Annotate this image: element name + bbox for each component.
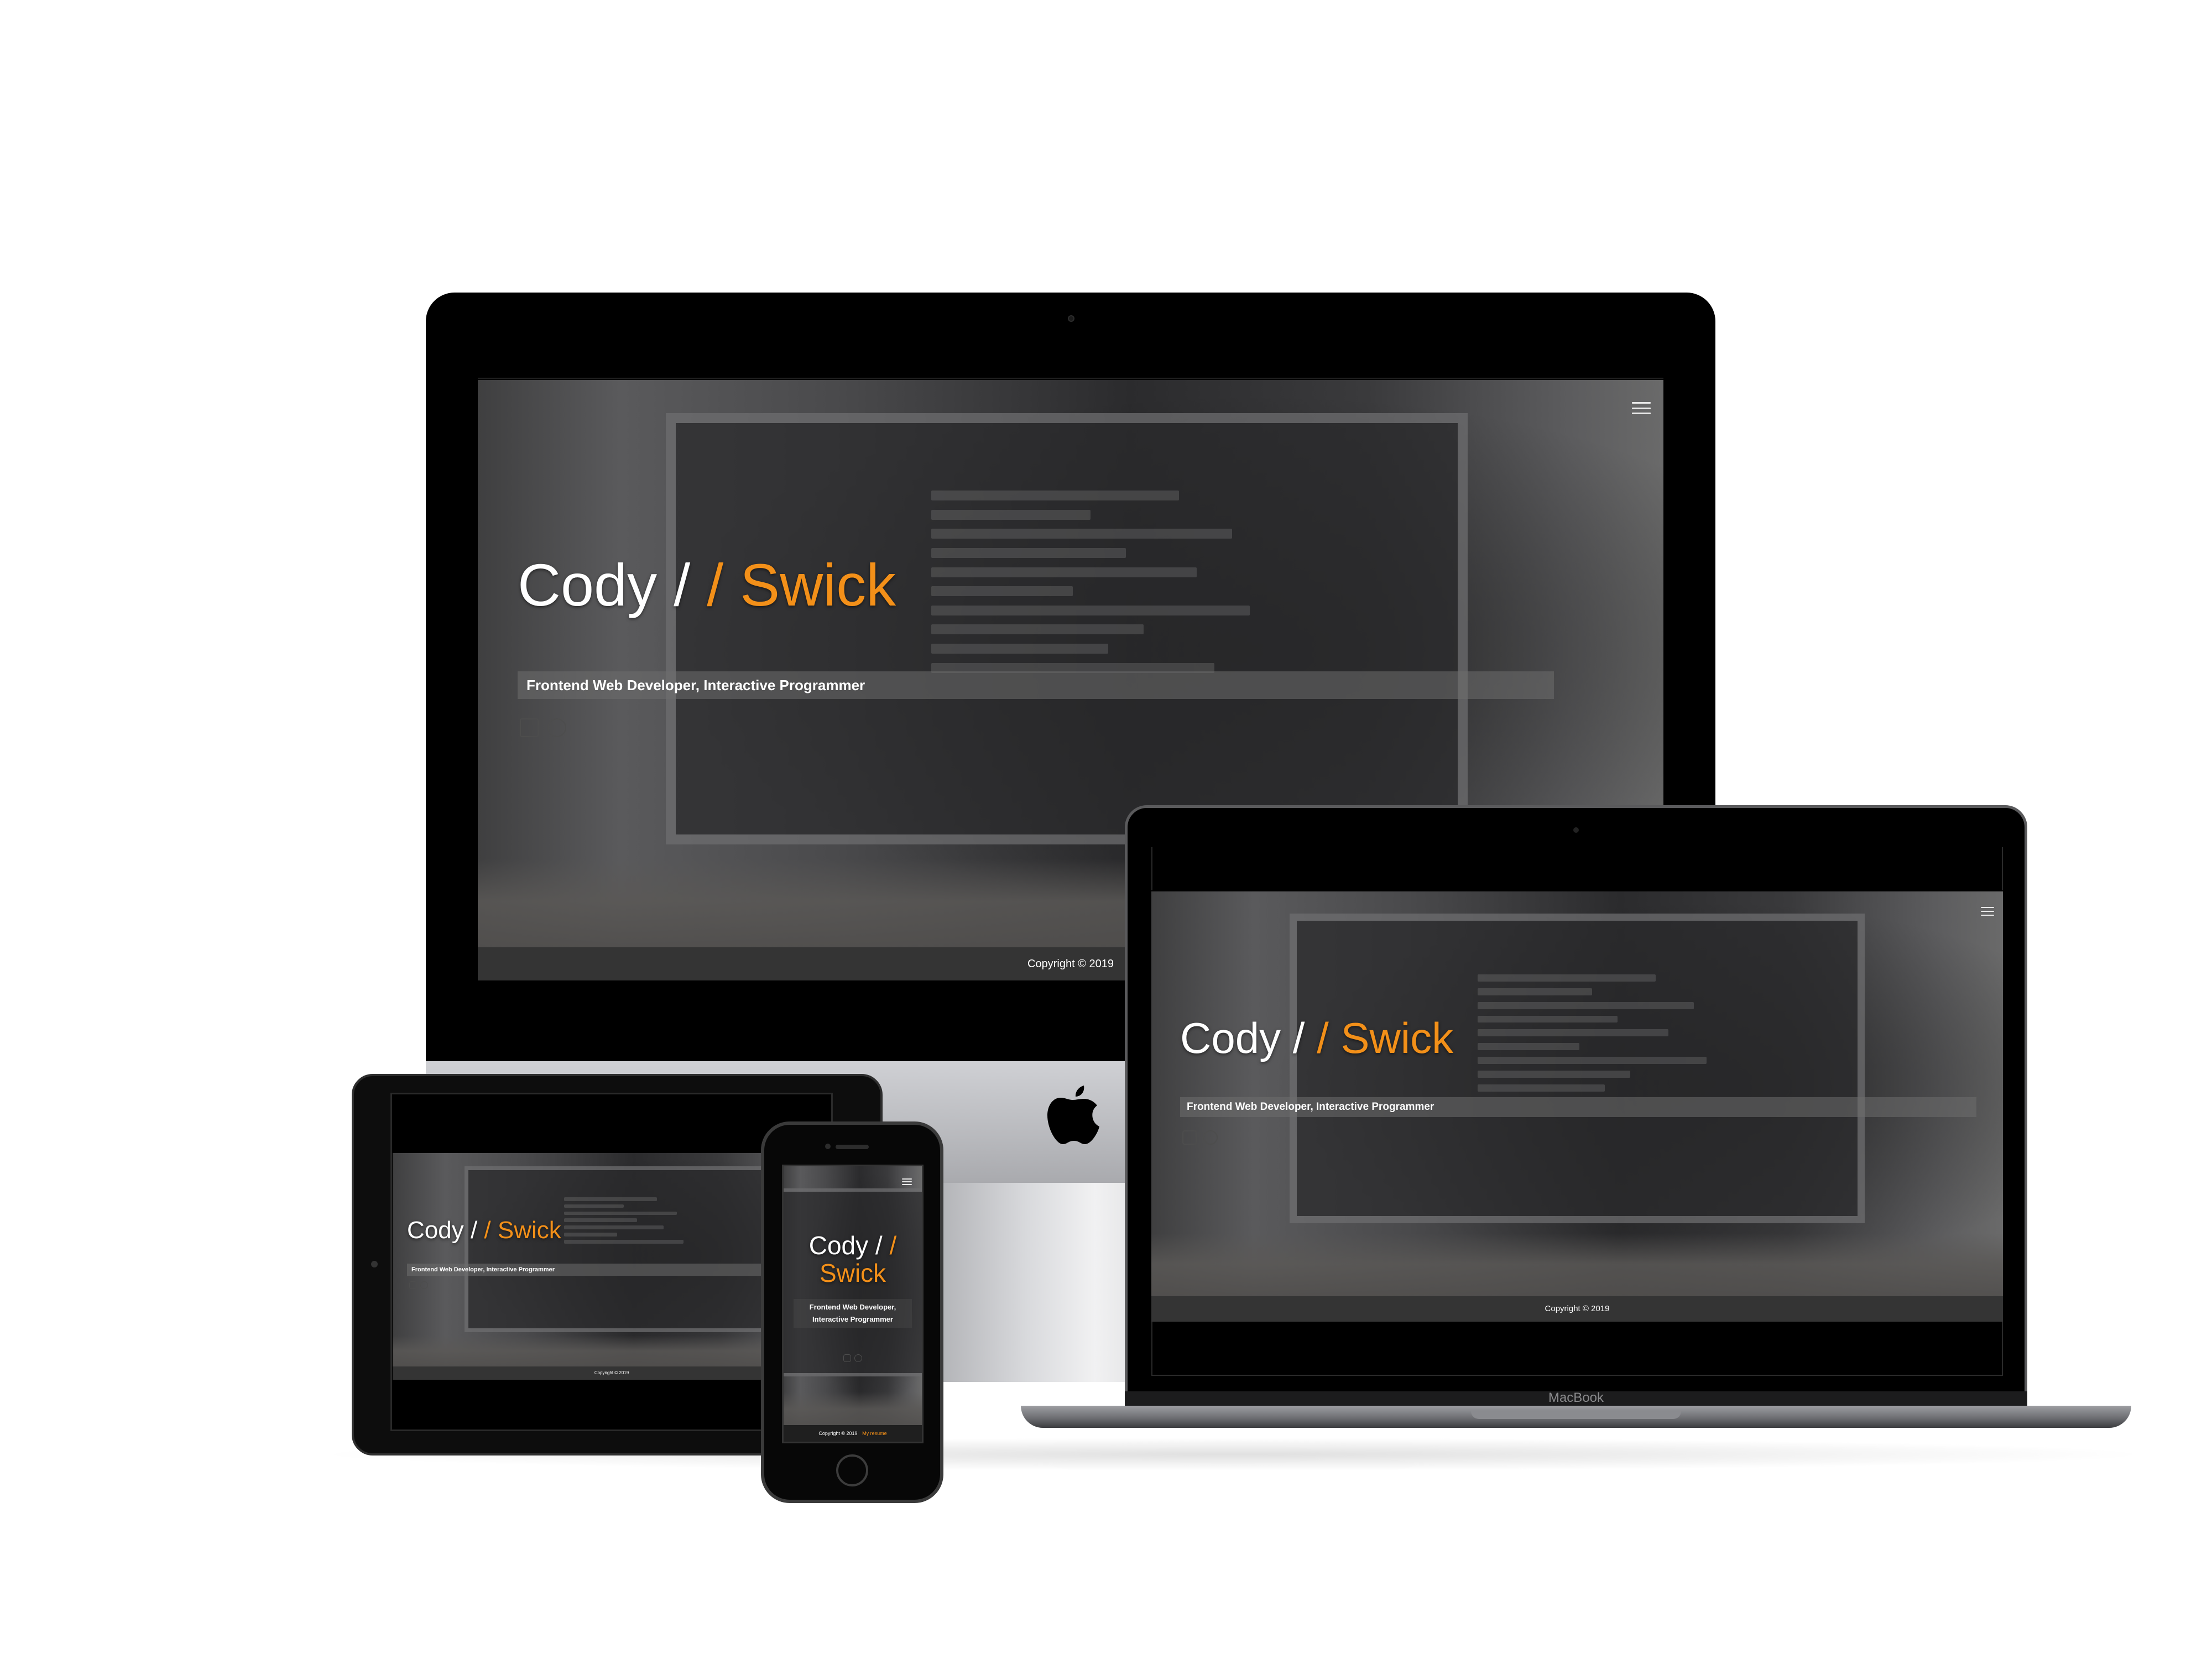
macbook-screen-bottom bbox=[1151, 1322, 2003, 1376]
footer-copyright: Copyright © 2019 bbox=[594, 1370, 629, 1375]
title-last-name: / Swick bbox=[484, 1217, 561, 1244]
linkedin-icon[interactable] bbox=[843, 1354, 851, 1362]
footer-copyright: Copyright © 2019 bbox=[1545, 1304, 1610, 1313]
site-footer: Copyright © 2019 My resume bbox=[784, 1425, 922, 1442]
footer-copyright: Copyright © 2019 bbox=[1027, 958, 1114, 970]
site-title: Cody / / Swick bbox=[784, 1232, 922, 1287]
linkedin-icon[interactable] bbox=[409, 1281, 417, 1289]
footer-resume-link[interactable]: My resume bbox=[862, 1431, 887, 1436]
macbook-site: Cody / / Swick Frontend Web Developer, I… bbox=[1151, 891, 2003, 1322]
site-tagline: Frontend Web Developer, Interactive Prog… bbox=[1180, 1097, 1976, 1117]
hamburger-icon[interactable] bbox=[902, 1178, 912, 1185]
background-code bbox=[1478, 974, 1732, 1212]
macbook-camera bbox=[1573, 827, 1579, 833]
imac-camera bbox=[1068, 315, 1074, 322]
github-icon[interactable] bbox=[420, 1281, 428, 1289]
github-icon[interactable] bbox=[547, 718, 566, 737]
title-last-name: / Swick bbox=[1317, 1014, 1454, 1062]
apple-logo-icon bbox=[1047, 1086, 1099, 1144]
background-code bbox=[564, 1197, 697, 1319]
iphone-home-button bbox=[836, 1454, 868, 1486]
title-last-name: / Swick bbox=[707, 551, 896, 618]
iphone-camera bbox=[825, 1144, 831, 1149]
macbook-notch bbox=[1471, 1411, 1681, 1419]
site-tagline: Frontend Web Developer, Interactive Prog… bbox=[407, 1264, 816, 1276]
ipad-home-button bbox=[371, 1261, 378, 1267]
macbook-browser-bar bbox=[1151, 847, 2003, 890]
imac-browser-bar bbox=[478, 346, 1663, 379]
site-tagline: Frontend Web Developer, Interactive Prog… bbox=[518, 671, 1554, 699]
social-links bbox=[409, 1281, 428, 1289]
macbook-label: MacBook bbox=[1548, 1390, 1604, 1405]
site-tagline: Frontend Web Developer, Interactive Prog… bbox=[794, 1299, 912, 1328]
iphone-speaker bbox=[836, 1145, 869, 1149]
background-code bbox=[931, 491, 1285, 822]
title-first-name: Cody / bbox=[407, 1217, 484, 1244]
github-icon[interactable] bbox=[1203, 1130, 1218, 1145]
site-title: Cody / / Swick bbox=[407, 1217, 561, 1244]
title-first-name: Cody / bbox=[1180, 1014, 1317, 1062]
site-title: Cody / / Swick bbox=[1180, 1013, 1453, 1063]
hamburger-icon[interactable] bbox=[1632, 402, 1651, 414]
github-icon[interactable] bbox=[854, 1354, 862, 1362]
hamburger-icon[interactable] bbox=[1981, 907, 1994, 916]
linkedin-icon[interactable] bbox=[1182, 1130, 1197, 1145]
site-title: Cody / / Swick bbox=[518, 550, 896, 619]
iphone-site: Cody / / Swick Frontend Web Developer, I… bbox=[784, 1166, 922, 1442]
title-first-name: Cody / bbox=[808, 1231, 890, 1260]
linkedin-icon[interactable] bbox=[520, 718, 539, 737]
site-footer: Copyright © 2019 bbox=[1151, 1296, 2003, 1322]
social-links bbox=[1182, 1130, 1218, 1145]
social-links bbox=[520, 718, 566, 737]
title-first-name: Cody / bbox=[518, 551, 707, 618]
social-links bbox=[784, 1354, 922, 1362]
footer-copyright: Copyright © 2019 bbox=[818, 1431, 858, 1436]
